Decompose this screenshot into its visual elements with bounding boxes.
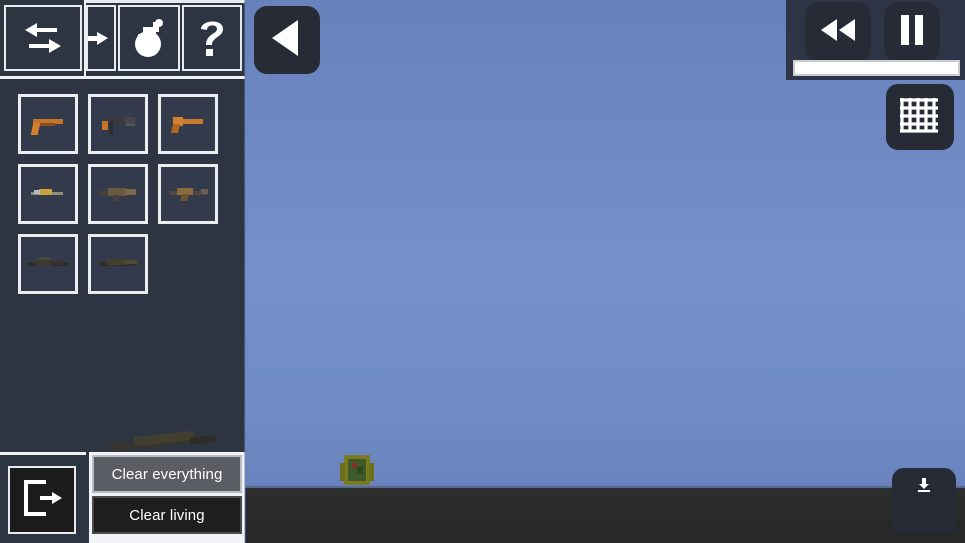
ak-rifle-icon	[165, 182, 211, 206]
collapse-sidebar-button[interactable]	[254, 6, 320, 74]
assault-rifle-icon	[95, 182, 141, 206]
crate-side-left	[340, 463, 345, 481]
weapon-tile-assault-rifle[interactable]	[88, 164, 148, 224]
download-icon	[917, 477, 931, 498]
toggle-grid-button[interactable]	[886, 84, 954, 150]
exit-icon	[20, 478, 64, 523]
rewind-icon	[816, 16, 860, 49]
tool-strip-vertical-divider	[84, 0, 86, 78]
help-icon	[196, 16, 228, 60]
download-button[interactable]	[892, 468, 956, 533]
pause-icon	[897, 13, 927, 52]
sidebar-edge-highlight	[244, 0, 246, 543]
weapon-tile-pistol[interactable]	[18, 94, 78, 154]
grenade-icon	[129, 17, 169, 59]
light-rifle-icon	[25, 182, 71, 206]
crate-detail-green	[357, 467, 363, 474]
weapon-tile-battle-rifle[interactable]	[88, 234, 148, 294]
tool-strip-bottom-divider	[0, 76, 245, 79]
next-tool-button[interactable]	[86, 5, 116, 71]
weapon-tile-smg[interactable]	[88, 94, 148, 154]
weapon-tile-sawed-off[interactable]	[158, 94, 218, 154]
tool-strip	[0, 0, 245, 79]
crate-side-right	[369, 463, 374, 481]
weapon-tile-light-rifle[interactable]	[18, 164, 78, 224]
clear-buttons-group: Clear everything Clear living	[89, 452, 245, 543]
clear-everything-button[interactable]: Clear everything	[92, 455, 242, 493]
help-tool-button[interactable]	[182, 5, 242, 71]
held-weapon-preview	[109, 428, 220, 454]
smg-icon	[95, 112, 141, 136]
arrow-right-icon	[88, 28, 114, 48]
weapon-tile-sniper-rifle[interactable]	[18, 234, 78, 294]
left-sidebar: Clear everything Clear living	[0, 0, 246, 543]
exit-button[interactable]	[8, 466, 76, 534]
weapon-tile-ak-rifle[interactable]	[158, 164, 218, 224]
clear-living-button[interactable]: Clear living	[92, 496, 242, 534]
pause-button[interactable]	[884, 2, 940, 62]
grenade-tool-button[interactable]	[118, 5, 180, 71]
sniper-rifle-icon	[25, 252, 71, 276]
clear-everything-label: Clear everything	[111, 465, 223, 483]
held-weapon-stock	[189, 434, 217, 445]
swap-icon	[21, 20, 65, 56]
swap-tool-button[interactable]	[4, 5, 82, 71]
playback-panel	[786, 0, 965, 80]
crate-prop[interactable]	[340, 455, 374, 485]
weapon-grid	[18, 94, 228, 294]
sawed-off-icon	[165, 112, 211, 136]
grid-icon	[898, 94, 942, 141]
bottom-bar-divider	[0, 452, 86, 455]
triangle-left-icon	[267, 17, 307, 64]
rewind-button[interactable]	[805, 2, 871, 62]
speed-slider[interactable]	[793, 60, 960, 76]
battle-rifle-icon	[95, 252, 141, 276]
pistol-icon	[25, 112, 71, 136]
clear-living-label: Clear living	[129, 506, 205, 524]
tool-strip-top-divider	[86, 0, 245, 3]
